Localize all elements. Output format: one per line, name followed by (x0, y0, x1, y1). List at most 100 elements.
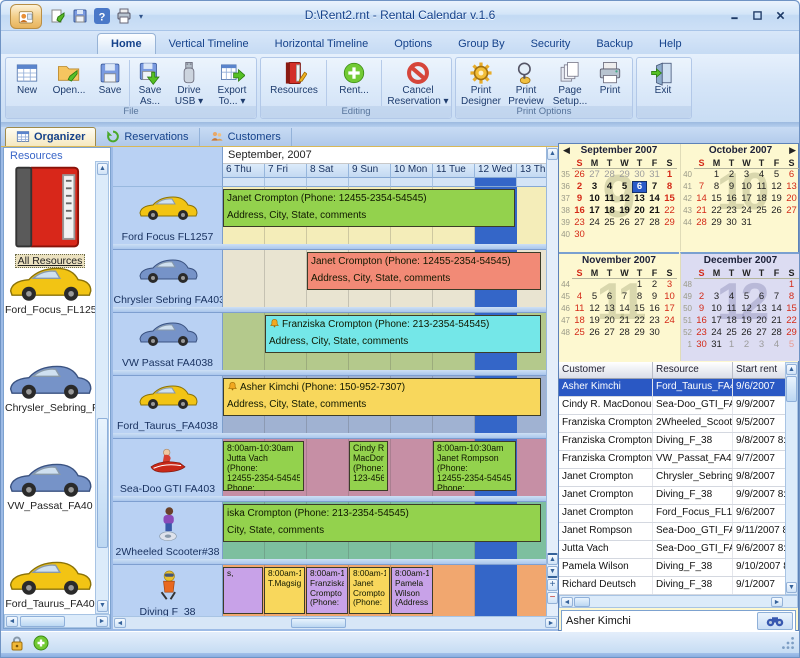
sidebar-item-all-resources[interactable]: All Resources (5, 162, 95, 273)
date-cell[interactable]: 10 (587, 193, 602, 205)
date-cell[interactable]: 10 (709, 303, 724, 315)
qat-save-button[interactable] (71, 7, 89, 25)
qat-print-button[interactable] (115, 7, 133, 25)
date-cell[interactable]: 27 (784, 205, 799, 217)
resource-row-header[interactable]: Diving F_38 (113, 565, 223, 616)
table-row[interactable]: Asher KimchiFord_Taurus_FA409/6/2007 (559, 379, 798, 397)
table-row[interactable]: Janet RompsonSea-Doo_GTI_FA409/11/2007 8… (559, 523, 798, 541)
date-cell[interactable]: 1 (632, 279, 647, 291)
table-column-header-resource[interactable]: Resource (653, 362, 733, 378)
date-cell[interactable]: 5 (769, 169, 784, 181)
table-row[interactable]: Janet CromptonDiving_F_389/9/2007 8:00 (559, 487, 798, 505)
date-cell[interactable]: 17 (662, 303, 677, 315)
date-cell[interactable]: 28 (617, 327, 632, 339)
date-cell[interactable]: 11 (754, 181, 769, 193)
date-cell[interactable]: 25 (724, 327, 739, 339)
date-cell[interactable]: 30 (632, 169, 647, 181)
date-cell[interactable]: 7 (617, 291, 632, 303)
date-cell[interactable]: 24 (662, 315, 677, 327)
reservation-block[interactable]: 8:00am-1FranziskaCrompto(Phone: (306, 567, 348, 614)
date-cell[interactable]: 12 (739, 303, 754, 315)
ribbon-tab-group-by[interactable]: Group By (445, 34, 517, 54)
date-cell[interactable]: 19 (587, 315, 602, 327)
date-cell[interactable]: 3 (709, 291, 724, 303)
page-setup-button[interactable]: PageSetup... (548, 59, 592, 107)
sidebar-scroll-left-button[interactable]: ◄ (6, 616, 18, 627)
resource-row-header[interactable]: Sea-Doo GTI FA403 (113, 439, 223, 496)
date-cell[interactable]: 3 (754, 339, 769, 351)
date-cell[interactable]: 23 (647, 315, 662, 327)
date-cell[interactable]: 22 (709, 205, 724, 217)
date-cell[interactable]: 26 (587, 327, 602, 339)
date-cell[interactable]: 21 (769, 315, 784, 327)
ribbon-tab-backup[interactable]: Backup (583, 34, 646, 54)
table-row[interactable]: Franziska CromptonDiving_F_389/8/2007 8:… (559, 433, 798, 451)
print-preview-button[interactable]: PrintPreview (504, 59, 548, 107)
ribbon-tab-security[interactable]: Security (518, 34, 584, 54)
date-cell[interactable]: 2 (572, 181, 587, 193)
ribbon-tab-options[interactable]: Options (381, 34, 445, 54)
day-header-10-mon[interactable]: 10 Mon (391, 164, 433, 178)
sidebar-horizontal-scrollbar[interactable]: ◄ ► (4, 614, 110, 628)
table-row[interactable]: Jutta VachSea-Doo_GTI_FA409/6/2007 8:00 (559, 541, 798, 559)
date-cell[interactable]: 19 (617, 205, 632, 217)
date-cell[interactable]: 18 (724, 315, 739, 327)
date-cell[interactable]: 28 (769, 327, 784, 339)
resource-row-header[interactable]: 2Wheeled Scooter#38 (113, 502, 223, 559)
calendar-prev-button[interactable]: ◀ (563, 145, 570, 156)
qat-new-button[interactable] (49, 7, 67, 25)
date-cell[interactable]: 27 (587, 169, 602, 181)
reservation-block[interactable]: 8:00am-1JanetCrompto(Phone: (349, 567, 390, 614)
date-cell[interactable]: 11 (572, 303, 587, 315)
new-button[interactable]: New (8, 59, 46, 97)
date-cell[interactable]: 15 (632, 303, 647, 315)
ribbon-tab-horizontal-timeline[interactable]: Horizontal Timeline (262, 34, 382, 54)
exit-button[interactable]: Exit (639, 59, 687, 97)
selected-date-cell[interactable]: 6 (632, 181, 647, 193)
sidebar-scroll-right-button[interactable]: ► (96, 616, 108, 627)
table-row[interactable]: Pamela WilsonDiving_F_389/10/2007 8:00 (559, 559, 798, 577)
table-column-header-customer[interactable]: Customer (559, 362, 653, 378)
table-scroll-up-button[interactable]: ▲ (786, 364, 797, 375)
reservation-block[interactable]: iska Crompton (Phone: 213-2354-54545)Cit… (223, 504, 541, 542)
date-cell[interactable]: 13 (632, 193, 647, 205)
table-scroll-left-button[interactable]: ◄ (561, 597, 573, 607)
date-cell[interactable]: 28 (602, 169, 617, 181)
print-designer-button[interactable]: PrintDesigner (458, 59, 504, 107)
date-cell[interactable]: 5 (617, 181, 632, 193)
date-cell[interactable]: 5 (587, 291, 602, 303)
date-cell[interactable]: 31 (647, 169, 662, 181)
date-cell[interactable]: 26 (572, 169, 587, 181)
resource-row-header[interactable]: Ford_Taurus_FA4038 (113, 376, 223, 433)
reservation-block[interactable]: Cindy R.MacDono(Phone:123-456 (349, 441, 388, 491)
date-cell[interactable]: 15 (709, 193, 724, 205)
date-cell[interactable]: 26 (739, 327, 754, 339)
timeline-hscroll-thumb[interactable] (291, 618, 346, 628)
date-cell[interactable]: 11 (724, 303, 739, 315)
date-cell[interactable]: 9 (724, 181, 739, 193)
date-cell[interactable]: 8 (662, 181, 677, 193)
date-cell[interactable]: 3 (587, 181, 602, 193)
resource-row-header[interactable]: Chrysler Sebring FA4038 (113, 250, 223, 307)
date-cell[interactable]: 11 (602, 193, 617, 205)
date-cell[interactable]: 30 (724, 217, 739, 229)
date-cell[interactable]: 17 (709, 315, 724, 327)
qat-overflow-caret[interactable]: ▾ (137, 12, 143, 21)
date-cell[interactable]: 2 (647, 279, 662, 291)
date-cell[interactable]: 30 (647, 327, 662, 339)
resource-row-header[interactable]: Ford Focus FL1257 (113, 187, 223, 244)
sidebar-scroll-down-button[interactable]: ▼ (97, 600, 108, 612)
customer-search-input[interactable] (562, 613, 757, 629)
date-cell[interactable]: 8 (709, 181, 724, 193)
date-cell[interactable]: 1 (662, 169, 677, 181)
date-cell[interactable]: 1 (724, 339, 739, 351)
calendar-next-button[interactable]: ▶ (789, 145, 796, 156)
date-cell[interactable]: 14 (694, 193, 709, 205)
date-cell[interactable]: 27 (602, 327, 617, 339)
date-cell[interactable]: 7 (769, 291, 784, 303)
date-cell[interactable]: 20 (784, 193, 799, 205)
timeline-scroll-left-button[interactable]: ◄ (114, 618, 126, 628)
day-header-8-sat[interactable]: 8 Sat (307, 164, 349, 178)
print-button[interactable]: Print (592, 59, 628, 97)
reservation-block[interactable]: 8:00am-1T.Magsig (264, 567, 305, 614)
